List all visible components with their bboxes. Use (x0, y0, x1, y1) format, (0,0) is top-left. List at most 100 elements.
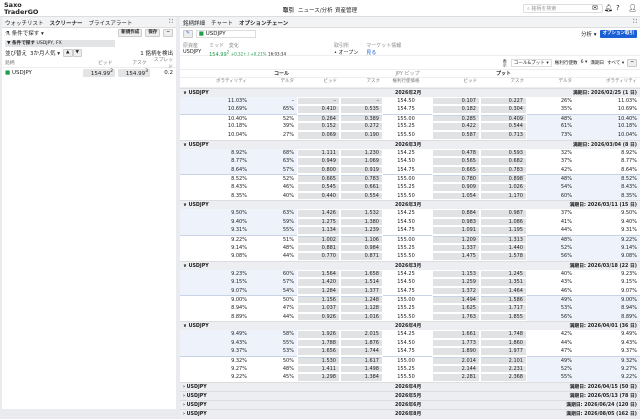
expiry-group-header[interactable]: ∨ USDJPY 2026年3月 満期日: 2026/03/18 (22 日) (180, 260, 640, 270)
screener-row[interactable]: ■ USDJPY 154.992 154.993 0.2 (2, 68, 176, 78)
call-ask-cell[interactable]: 0.554 (341, 192, 382, 200)
tab-price-alert[interactable]: プライスアラート (89, 19, 133, 27)
call-bid-cell[interactable]: 1.037 (298, 305, 339, 312)
put-bid-cell[interactable]: 0.478 (433, 149, 479, 157)
call-bid-cell[interactable]: 1.275 (298, 218, 339, 226)
sort-desc-button[interactable]: ▼ (72, 49, 82, 57)
call-bid-cell[interactable]: 0.665 (298, 175, 339, 182)
put-ask-cell[interactable]: 0.304 (481, 106, 526, 113)
expiry-group-header[interactable]: ∨ USDJPY 2026年3月 満期日: 2026/03/04 (8 日) (180, 139, 640, 149)
nav-news[interactable]: ニュース/分析 (298, 6, 333, 14)
ask-price[interactable]: 154.993 (118, 69, 150, 77)
call-ask-cell[interactable]: 0.389 (341, 114, 382, 122)
put-bid-cell[interactable]: 0.565 (433, 158, 479, 165)
call-bid-cell[interactable]: 0.069 (298, 131, 339, 139)
put-ask-cell[interactable]: 1.351 (481, 279, 526, 286)
put-ask-cell[interactable]: 1.464 (481, 287, 526, 295)
call-bid-cell[interactable]: 1.420 (298, 279, 339, 286)
new-button[interactable]: 新規作成 (118, 29, 143, 37)
tab-details[interactable]: 銘柄詳細 (183, 19, 205, 27)
call-ask-cell[interactable]: 1.069 (341, 158, 382, 165)
toggle-icon[interactable]: › USDJPY (183, 401, 207, 409)
put-bid-cell[interactable]: 0.182 (433, 106, 479, 113)
put-ask-cell[interactable]: 2.101 (481, 357, 526, 364)
put-bid-cell[interactable]: 1.625 (433, 305, 479, 312)
toggle-icon[interactable]: ∨ USDJPY (183, 262, 209, 270)
put-bid-cell[interactable]: 2.014 (433, 357, 479, 364)
call-bid-cell[interactable]: 0.881 (298, 244, 339, 252)
nav-trade[interactable]: 取引 (283, 6, 294, 14)
call-bid-cell[interactable]: 0.926 (298, 313, 339, 321)
expand-icon[interactable]: ⛶ (169, 19, 173, 25)
call-bid-cell[interactable]: 0.545 (298, 183, 339, 191)
expiry-group-header[interactable]: › USDJPY 2026年5月 満期日: 2026/05/13 (78 日) (180, 390, 640, 400)
call-bid-cell[interactable]: 1.426 (298, 210, 339, 217)
call-ask-cell[interactable]: 1.380 (341, 218, 382, 226)
view-dropdown[interactable]: コール&プット ▾ (510, 58, 552, 67)
put-ask-cell[interactable]: 0.783 (481, 166, 526, 174)
analysis-dropdown[interactable]: 分析 ▾ (581, 30, 597, 38)
put-bid-cell[interactable]: 1.372 (433, 287, 479, 295)
put-ask-cell[interactable]: 0.682 (481, 158, 526, 165)
put-bid-cell[interactable]: 1.661 (433, 331, 479, 338)
call-bid-cell[interactable]: 1.298 (298, 374, 339, 381)
put-bid-cell[interactable]: 1.209 (433, 235, 479, 243)
save-button[interactable]: 保存 (145, 29, 161, 37)
put-ask-cell[interactable]: 2.368 (481, 374, 526, 381)
put-ask-cell[interactable]: 0.713 (481, 131, 526, 139)
tab-watchlist[interactable]: ウォッチリスト (5, 19, 44, 27)
bid-price[interactable]: 154.992 (83, 69, 115, 77)
call-ask-cell[interactable]: 1.658 (341, 270, 382, 278)
expiry-group-header[interactable]: › USDJPY 2026年4月 満期日: 2026/04/15 (50 日) (180, 381, 640, 391)
call-ask-cell[interactable]: 0.919 (341, 166, 382, 174)
call-bid-cell[interactable]: 1.284 (298, 287, 339, 295)
put-bid-cell[interactable]: 0.587 (433, 131, 479, 139)
put-bid-cell[interactable]: 0.983 (433, 218, 479, 226)
call-ask-cell[interactable]: 1.876 (341, 339, 382, 347)
expiry-group-header[interactable]: ∨ USDJPY 2026年2月 満期日: 2026/02/25 (1 日) (180, 87, 640, 97)
put-ask-cell[interactable]: 0.544 (481, 123, 526, 130)
call-ask-cell[interactable]: 0.535 (341, 106, 382, 113)
call-ask-cell[interactable]: 1.106 (341, 235, 382, 243)
find-dropdown[interactable]: ⚗ 条件で探す ▾ (5, 29, 44, 37)
call-ask-cell[interactable]: 1.617 (341, 357, 382, 364)
call-bid-cell[interactable]: 1.111 (298, 149, 339, 157)
put-ask-cell[interactable]: 0.898 (481, 175, 526, 182)
put-bid-cell[interactable]: 0.884 (433, 210, 479, 217)
expiry-group-header[interactable]: › USDJPY 2026年6月 満期日: 2026/06/24 (120 日) (180, 399, 640, 409)
put-bid-cell[interactable]: 1.494 (433, 296, 479, 303)
instrument-selector[interactable]: ■ USDJPY (195, 30, 256, 38)
expiry-group-header[interactable]: › USDJPY 2026年8月 満期日: 2026/08/05 (162 日) (180, 408, 640, 418)
put-ask-cell[interactable]: 2.231 (481, 365, 526, 373)
put-ask-cell[interactable]: 1.855 (481, 313, 526, 321)
toggle-icon[interactable]: › USDJPY (183, 392, 207, 400)
call-ask-cell[interactable]: 1.230 (341, 149, 382, 157)
put-bid-cell[interactable]: 2.144 (433, 365, 479, 373)
call-ask-cell[interactable]: 1.384 (341, 374, 382, 381)
collapse-button[interactable]: − (627, 58, 637, 67)
call-ask-cell[interactable]: 1.532 (341, 210, 382, 217)
expand-icon[interactable]: ⛶ (633, 19, 637, 25)
toggle-icon[interactable]: › USDJPY (183, 383, 207, 391)
put-bid-cell[interactable]: 1.890 (433, 348, 479, 356)
put-ask-cell[interactable]: 0.593 (481, 149, 526, 157)
call-bid-cell[interactable]: 1.656 (298, 348, 339, 356)
tab-screener[interactable]: スクリーナー (50, 19, 83, 27)
put-bid-cell[interactable]: 1.773 (433, 339, 479, 347)
put-bid-cell[interactable]: 0.422 (433, 123, 479, 130)
call-ask-cell[interactable]: 1.498 (341, 365, 382, 373)
call-bid-cell[interactable]: 0.770 (298, 253, 339, 260)
put-ask-cell[interactable]: 1.977 (481, 348, 526, 356)
call-ask-cell[interactable]: 0.661 (341, 183, 382, 191)
toggle-icon[interactable]: › USDJPY (183, 410, 207, 418)
put-bid-cell[interactable]: 0.909 (433, 183, 479, 191)
put-ask-cell[interactable]: 1.245 (481, 270, 526, 278)
put-bid-cell[interactable]: 0.107 (433, 97, 479, 105)
option-trade-button[interactable]: オプション取引 (599, 30, 637, 38)
call-bid-cell[interactable]: 0.949 (298, 158, 339, 165)
strikes-dropdown[interactable]: 6 ▾ (581, 60, 588, 65)
mail-icon[interactable]: ✉ (592, 4, 598, 12)
tab-chart[interactable]: チャート (211, 19, 233, 27)
put-ask-cell[interactable]: 1.748 (481, 331, 526, 338)
call-ask-cell[interactable]: 1.128 (341, 305, 382, 312)
